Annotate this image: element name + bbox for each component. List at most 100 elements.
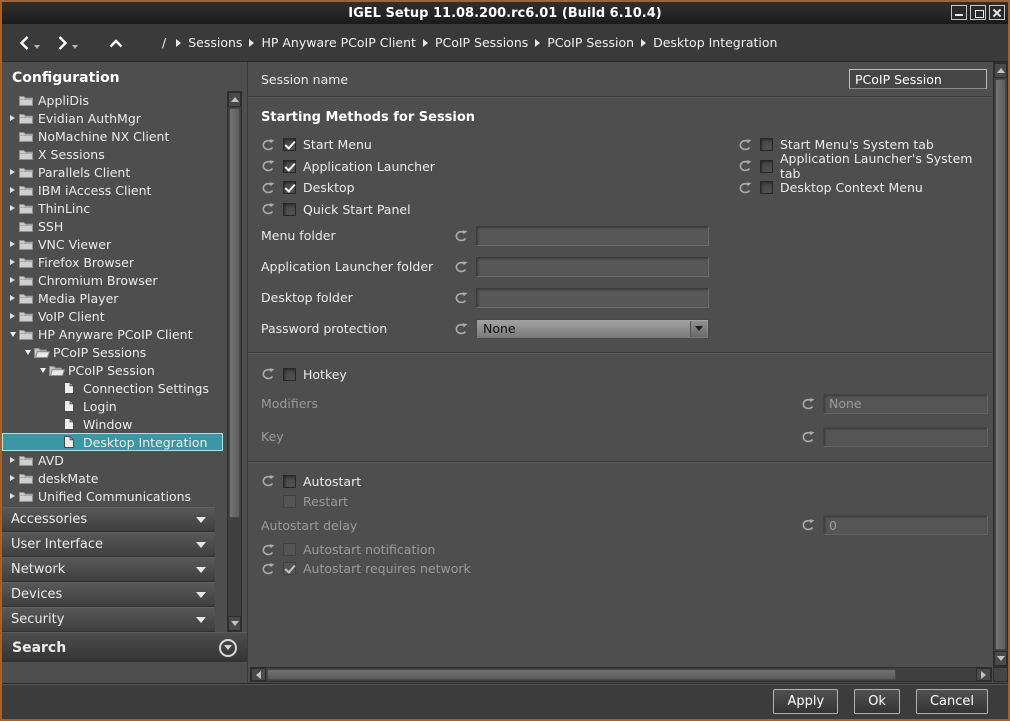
reset-icon[interactable] — [738, 160, 753, 172]
cancel-button[interactable]: Cancel — [916, 689, 988, 714]
main-horizontal-scrollbar[interactable] — [250, 667, 992, 682]
sidebar-item-nomachine-nx-client[interactable]: NoMachine NX Client — [2, 127, 223, 145]
reset-icon[interactable] — [261, 182, 276, 194]
back-history-caret-icon[interactable] — [34, 45, 40, 49]
main-vertical-scrollbar[interactable] — [993, 62, 1008, 667]
quick-start-panel-checkbox[interactable] — [283, 203, 296, 216]
sidebar-item-window[interactable]: Window — [2, 415, 223, 433]
minimize-button[interactable] — [951, 5, 967, 20]
sidebar-category-devices[interactable]: Devices — [2, 582, 215, 607]
chevron-right-icon[interactable] — [6, 277, 19, 283]
chevron-right-icon[interactable] — [6, 115, 19, 121]
scroll-left-button[interactable] — [251, 668, 266, 681]
breadcrumb-item-desktop-integration[interactable]: Desktop Integration — [653, 35, 777, 50]
dropdown-arrow-button[interactable] — [690, 321, 707, 337]
sidebar-item-deskmate[interactable]: deskMate — [2, 469, 223, 487]
chevron-right-icon[interactable] — [6, 313, 19, 319]
sidebar-category-user-interface[interactable]: User Interface — [2, 532, 215, 557]
session-name-input[interactable] — [849, 69, 987, 89]
sidebar-item-x-sessions[interactable]: X Sessions — [2, 145, 223, 163]
menu-folder-input[interactable] — [476, 226, 709, 246]
breadcrumb-item-pcoip-sessions[interactable]: PCoIP Sessions — [435, 35, 528, 50]
sidebar-category-accessories[interactable]: Accessories — [2, 507, 215, 532]
up-button[interactable] — [108, 37, 124, 49]
search-expand-icon[interactable] — [219, 639, 237, 657]
desktop-checkbox[interactable] — [283, 181, 296, 194]
forward-history-caret-icon[interactable] — [72, 45, 78, 49]
sidebar-item-unified-communications[interactable]: Unified Communications — [2, 487, 223, 505]
sidebar-category-network[interactable]: Network — [2, 557, 215, 582]
chevron-right-icon[interactable] — [6, 475, 19, 481]
sidebar-search[interactable]: Search — [2, 632, 247, 662]
reset-icon[interactable] — [454, 323, 469, 335]
reset-icon[interactable] — [738, 139, 753, 151]
chevron-right-icon[interactable] — [6, 187, 19, 193]
sidebar-item-chromium-browser[interactable]: Chromium Browser — [2, 271, 223, 289]
desktop-folder-input[interactable] — [476, 288, 709, 308]
start-menu-s-system-tab-checkbox[interactable] — [760, 138, 773, 151]
sidebar-item-voip-client[interactable]: VoIP Client — [2, 307, 223, 325]
reset-icon[interactable] — [454, 261, 469, 273]
scroll-up-button[interactable] — [994, 63, 1007, 78]
breadcrumb-root[interactable]: / — [162, 35, 166, 50]
sidebar-item-ssh[interactable]: SSH — [2, 217, 223, 235]
sidebar-item-parallels-client[interactable]: Parallels Client — [2, 163, 223, 181]
sidebar-item-avd[interactable]: AVD — [2, 451, 223, 469]
chevron-right-icon[interactable] — [6, 169, 19, 175]
reset-icon[interactable] — [454, 230, 469, 242]
reset-icon[interactable] — [261, 139, 276, 151]
sidebar-item-pcoip-sessions[interactable]: PCoIP Sessions — [2, 343, 223, 361]
chevron-right-icon[interactable] — [6, 493, 19, 499]
sidebar-item-vnc-viewer[interactable]: VNC Viewer — [2, 235, 223, 253]
chevron-down-icon[interactable] — [6, 332, 19, 337]
forward-button[interactable] — [56, 35, 78, 51]
chevron-right-icon[interactable] — [6, 457, 19, 463]
scroll-down-button[interactable] — [228, 616, 241, 631]
sidebar-item-desktop-integration[interactable]: Desktop Integration — [2, 433, 223, 451]
sidebar-item-applidis[interactable]: AppliDis — [2, 91, 223, 109]
close-button[interactable] — [989, 5, 1005, 20]
chevron-right-icon[interactable] — [6, 295, 19, 301]
sidebar-item-login[interactable]: Login — [2, 397, 223, 415]
reset-icon[interactable] — [261, 368, 276, 380]
password-protection-select[interactable]: None — [476, 319, 709, 339]
application-launcher-checkbox[interactable] — [283, 160, 296, 173]
breadcrumb-item-sessions[interactable]: Sessions — [188, 35, 242, 50]
reset-icon[interactable] — [261, 475, 276, 487]
desktop-context-menu-checkbox[interactable] — [760, 181, 773, 194]
titlebar[interactable]: IGEL Setup 11.08.200.rc6.01 (Build 6.10.… — [2, 2, 1008, 24]
scroll-right-button[interactable] — [976, 668, 991, 681]
sidebar-item-ibm-iaccess-client[interactable]: IBM iAccess Client — [2, 181, 223, 199]
breadcrumb-item-pcoip-session[interactable]: PCoIP Session — [547, 35, 634, 50]
reset-icon[interactable] — [261, 203, 276, 215]
scroll-up-button[interactable] — [228, 92, 241, 107]
scrollbar-thumb[interactable] — [267, 669, 896, 680]
hotkey-checkbox[interactable] — [283, 368, 296, 381]
chevron-down-icon[interactable] — [21, 350, 34, 355]
reset-icon[interactable] — [261, 160, 276, 172]
application-launcher-s-system-tab-checkbox[interactable] — [760, 160, 773, 173]
scroll-down-button[interactable] — [994, 651, 1007, 666]
chevron-right-icon[interactable] — [6, 205, 19, 211]
sidebar-item-firefox-browser[interactable]: Firefox Browser — [2, 253, 223, 271]
application-launcher-folder-input[interactable] — [476, 257, 709, 277]
sidebar-category-security[interactable]: Security — [2, 607, 215, 632]
breadcrumb-item-hp-anyware-pcoip-client[interactable]: HP Anyware PCoIP Client — [261, 35, 416, 50]
reset-icon[interactable] — [738, 182, 753, 194]
scrollbar-thumb[interactable] — [229, 108, 240, 518]
apply-button[interactable]: Apply — [773, 689, 838, 714]
chevron-right-icon[interactable] — [6, 241, 19, 247]
start-menu-checkbox[interactable] — [283, 138, 296, 151]
sidebar-item-hp-anyware-pcoip-client[interactable]: HP Anyware PCoIP Client — [2, 325, 223, 343]
sidebar-item-media-player[interactable]: Media Player — [2, 289, 223, 307]
sidebar-item-evidian-authmgr[interactable]: Evidian AuthMgr — [2, 109, 223, 127]
restore-button[interactable] — [970, 5, 986, 20]
chevron-right-icon[interactable] — [6, 259, 19, 265]
ok-button[interactable]: Ok — [854, 689, 900, 714]
scrollbar-thumb[interactable] — [995, 79, 1006, 650]
sidebar-scrollbar[interactable] — [227, 91, 242, 632]
sidebar-item-thinlinc[interactable]: ThinLinc — [2, 199, 223, 217]
reset-icon[interactable] — [454, 292, 469, 304]
back-button[interactable] — [18, 35, 40, 51]
chevron-down-icon[interactable] — [36, 368, 49, 373]
